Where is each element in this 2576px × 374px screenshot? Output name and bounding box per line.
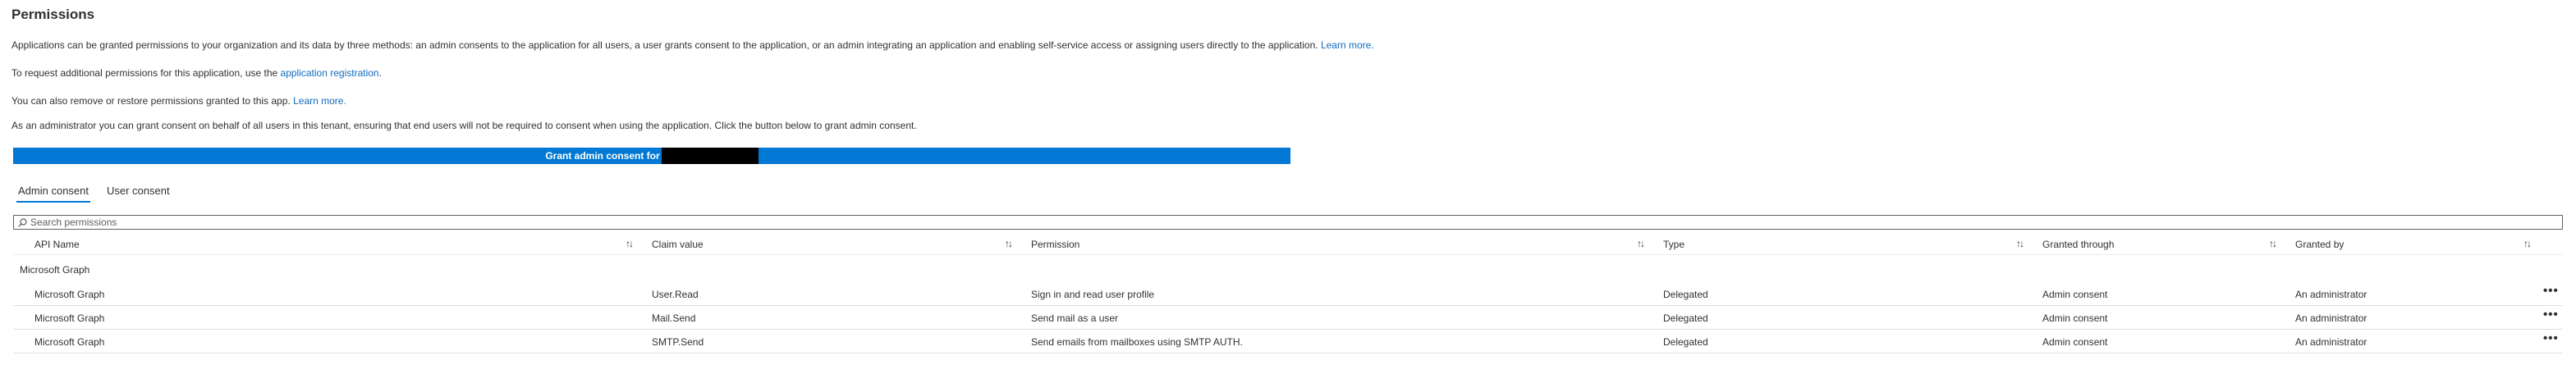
- column-header-permission[interactable]: Permission: [1031, 239, 1079, 250]
- request-paragraph: To request additional permissions for th…: [11, 67, 382, 79]
- sort-granted-through-icon[interactable]: ↑↓: [2269, 238, 2277, 249]
- cell-permission: Send emails from mailboxes using SMTP AU…: [1031, 336, 1243, 348]
- table-row[interactable]: Microsoft Graph Mail.Send Send mail as a…: [13, 306, 2563, 330]
- request-suffix: .: [378, 67, 382, 79]
- column-header-api-name[interactable]: API Name: [34, 239, 80, 250]
- cell-permission: Send mail as a user: [1031, 312, 1119, 324]
- admin-note: As an administrator you can grant consen…: [11, 120, 917, 131]
- cell-granted-through: Admin consent: [2042, 336, 2108, 348]
- column-header-claim-value[interactable]: Claim value: [652, 239, 704, 250]
- page-title: Permissions: [11, 7, 95, 22]
- intro-text: Applications can be granted permissions …: [11, 39, 1318, 51]
- sort-claim-value-icon[interactable]: ↑↓: [1005, 238, 1013, 249]
- search-icon: [18, 217, 28, 227]
- tab-user-consent[interactable]: User consent: [107, 185, 170, 197]
- cell-granted-through: Admin consent: [2042, 289, 2108, 300]
- more-options-icon[interactable]: •••: [2543, 331, 2559, 345]
- cell-api-name: Microsoft Graph: [34, 336, 105, 348]
- cell-type: Delegated: [1663, 312, 1708, 324]
- remove-paragraph: You can also remove or restore permissio…: [11, 95, 346, 107]
- cell-claim-value: User.Read: [652, 289, 699, 300]
- request-text: To request additional permissions for th…: [11, 67, 278, 79]
- cell-type: Delegated: [1663, 336, 1708, 348]
- sort-api-name-icon[interactable]: ↑↓: [626, 238, 634, 249]
- cell-granted-by: An administrator: [2295, 289, 2367, 300]
- group-header-microsoft-graph: Microsoft Graph: [20, 264, 90, 276]
- sort-permission-icon[interactable]: ↑↓: [1637, 238, 1645, 249]
- more-options-icon[interactable]: •••: [2543, 308, 2559, 322]
- cell-granted-through: Admin consent: [2042, 312, 2108, 324]
- column-header-type[interactable]: Type: [1663, 239, 1684, 250]
- column-header-granted-through[interactable]: Granted through: [2042, 239, 2114, 250]
- cell-claim-value: Mail.Send: [652, 312, 696, 324]
- cell-type: Delegated: [1663, 289, 1708, 300]
- cell-granted-by: An administrator: [2295, 312, 2367, 324]
- remove-text: You can also remove or restore permissio…: [11, 95, 291, 107]
- remove-learn-more-link[interactable]: Learn more.: [293, 95, 346, 107]
- grant-admin-consent-button[interactable]: Grant admin consent for: [13, 148, 1290, 164]
- application-registration-link[interactable]: application registration: [281, 67, 379, 79]
- intro-paragraph: Applications can be granted permissions …: [11, 39, 1374, 51]
- cell-api-name: Microsoft Graph: [34, 289, 105, 300]
- redacted-tenant-name: [661, 148, 759, 164]
- cell-permission: Sign in and read user profile: [1031, 289, 1155, 300]
- grant-button-label: Grant admin consent for: [545, 150, 660, 162]
- column-header-granted-by[interactable]: Granted by: [2295, 239, 2344, 250]
- tab-admin-consent[interactable]: Admin consent: [16, 185, 90, 203]
- search-box: [13, 215, 2563, 230]
- cell-claim-value: SMTP.Send: [652, 336, 704, 348]
- table-row[interactable]: Microsoft Graph SMTP.Send Send emails fr…: [13, 330, 2563, 353]
- search-input[interactable]: [28, 217, 2542, 228]
- sort-type-icon[interactable]: ↑↓: [2016, 238, 2024, 249]
- more-options-icon[interactable]: •••: [2543, 284, 2559, 298]
- table-row[interactable]: Microsoft Graph User.Read Sign in and re…: [13, 282, 2563, 306]
- cell-api-name: Microsoft Graph: [34, 312, 105, 324]
- sort-granted-by-icon[interactable]: ↑↓: [2523, 238, 2532, 249]
- cell-granted-by: An administrator: [2295, 336, 2367, 348]
- intro-learn-more-link[interactable]: Learn more.: [1321, 39, 1374, 51]
- permissions-grid-header: API Name ↑↓ Claim value ↑↓ Permission ↑↓…: [13, 235, 2563, 255]
